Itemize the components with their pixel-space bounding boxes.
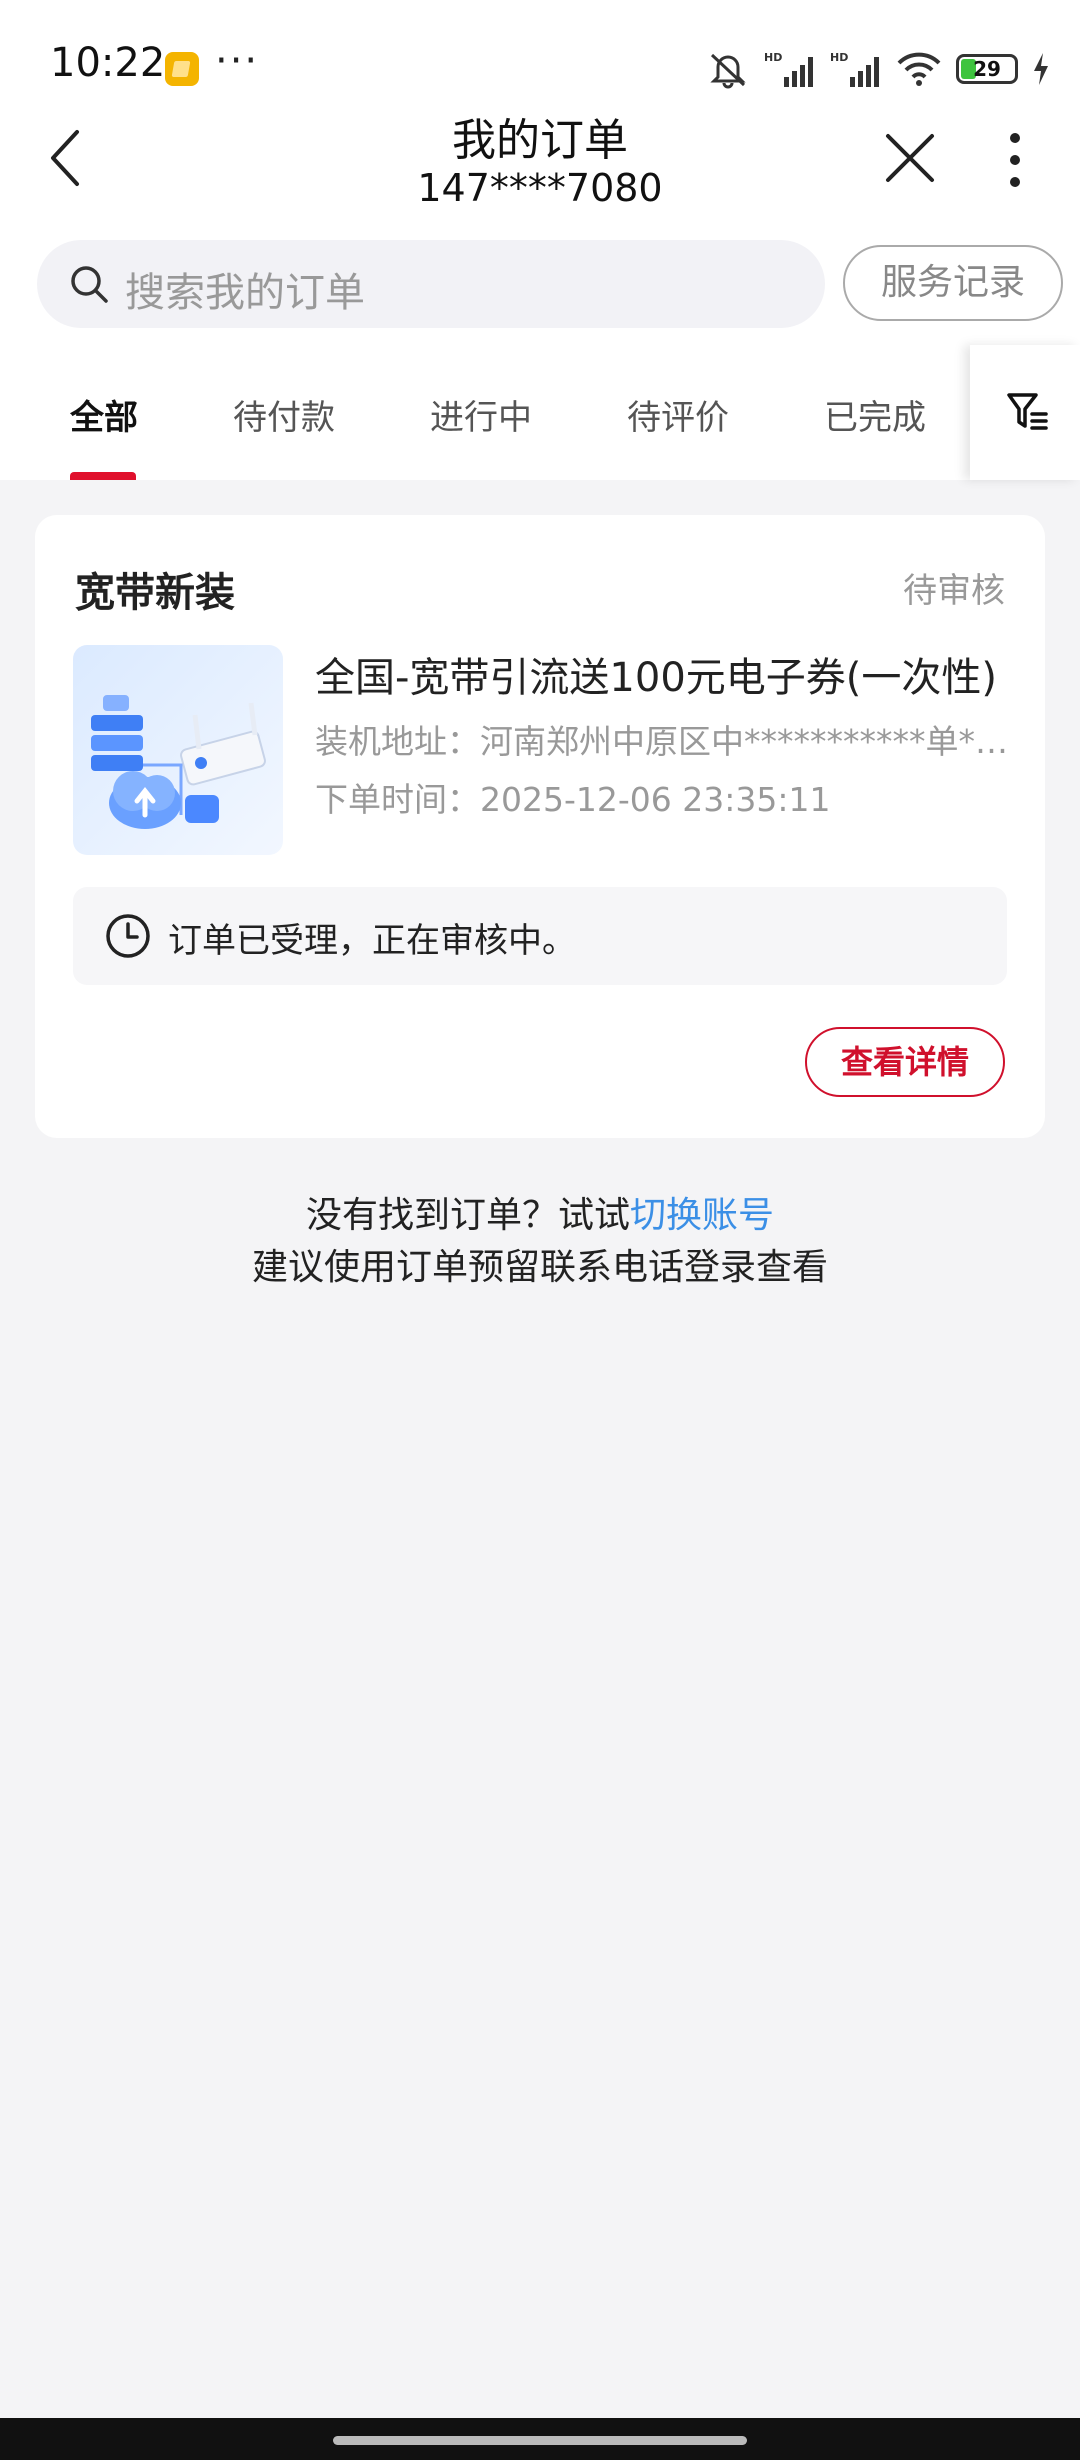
hint-not-found: 没有找到订单？试试切换账号 — [0, 1186, 1080, 1238]
close-icon[interactable] — [882, 130, 938, 186]
charging-icon — [1034, 53, 1048, 85]
hint-suggestion: 建议使用订单预留联系电话登录查看 — [251, 1247, 828, 1288]
filter-icon — [1007, 393, 1048, 430]
broadband-product-image — [73, 645, 283, 855]
status-icons: HD HD 29 — [706, 44, 1050, 94]
tab-pending-payment[interactable]: 待付款 — [233, 390, 335, 439]
install-address: 装机地址：河南郑州中原区中***********单****** — [315, 715, 1015, 763]
order-note-text: 订单已受理，正在审核中。 — [168, 921, 576, 961]
mute-icon — [710, 53, 746, 89]
signal-hd-icon: HD — [830, 51, 879, 87]
more-vertical-icon[interactable] — [1000, 130, 1030, 190]
wifi-icon — [897, 52, 941, 86]
hint-prefix: 没有找到订单？试试 — [305, 1195, 630, 1236]
order-status: 待审核 — [903, 571, 1005, 611]
home-gesture-handle[interactable] — [333, 2436, 747, 2445]
svg-text:HD: HD — [830, 51, 848, 64]
clock-icon — [106, 914, 150, 958]
view-details-button[interactable]: 查看详情 — [805, 1027, 1005, 1097]
tab-pending-review[interactable]: 待评价 — [627, 390, 729, 439]
service-record-button[interactable]: 服务记录 — [843, 245, 1063, 321]
notification-icon — [165, 52, 199, 86]
order-time: 下单时间：2025-12-06 23:35:11 — [315, 773, 1015, 821]
battery-level: 29 — [973, 57, 1001, 81]
order-progress-note: 订单已受理，正在审核中。 — [73, 887, 1007, 985]
order-time-value: 2025-12-06 23:35:11 — [480, 780, 831, 819]
filter-button[interactable] — [970, 345, 1080, 480]
signal-hd-icon: HD — [764, 51, 813, 87]
install-address-value: 河南郑州中原区中***********单****** — [480, 722, 1015, 761]
order-card[interactable]: 宽带新装 待审核 全国-宽带引流送100元电子券(一次性) 装机地址：河南郑州中… — [35, 515, 1045, 1138]
tab-in-progress[interactable]: 进行中 — [430, 390, 532, 439]
status-time: 10:22 — [50, 40, 166, 86]
status-overflow: ··· — [215, 38, 260, 84]
tab-completed[interactable]: 已完成 — [824, 390, 926, 439]
order-time-label: 下单时间： — [315, 780, 480, 819]
order-type: 宽带新装 — [75, 570, 235, 616]
active-tab-indicator — [70, 472, 136, 480]
tab-all[interactable]: 全部 — [70, 390, 138, 439]
search-input[interactable]: 搜索我的订单 — [37, 240, 825, 328]
search-icon — [71, 266, 108, 303]
battery-icon: 29 — [956, 54, 1018, 84]
product-name: 全国-宽带引流送100元电子券(一次性) — [315, 655, 997, 701]
install-address-label: 装机地址： — [315, 722, 480, 761]
search-placeholder: 搜索我的订单 — [125, 270, 365, 316]
svg-text:HD: HD — [764, 51, 782, 64]
switch-account-link[interactable]: 切换账号 — [630, 1195, 774, 1236]
